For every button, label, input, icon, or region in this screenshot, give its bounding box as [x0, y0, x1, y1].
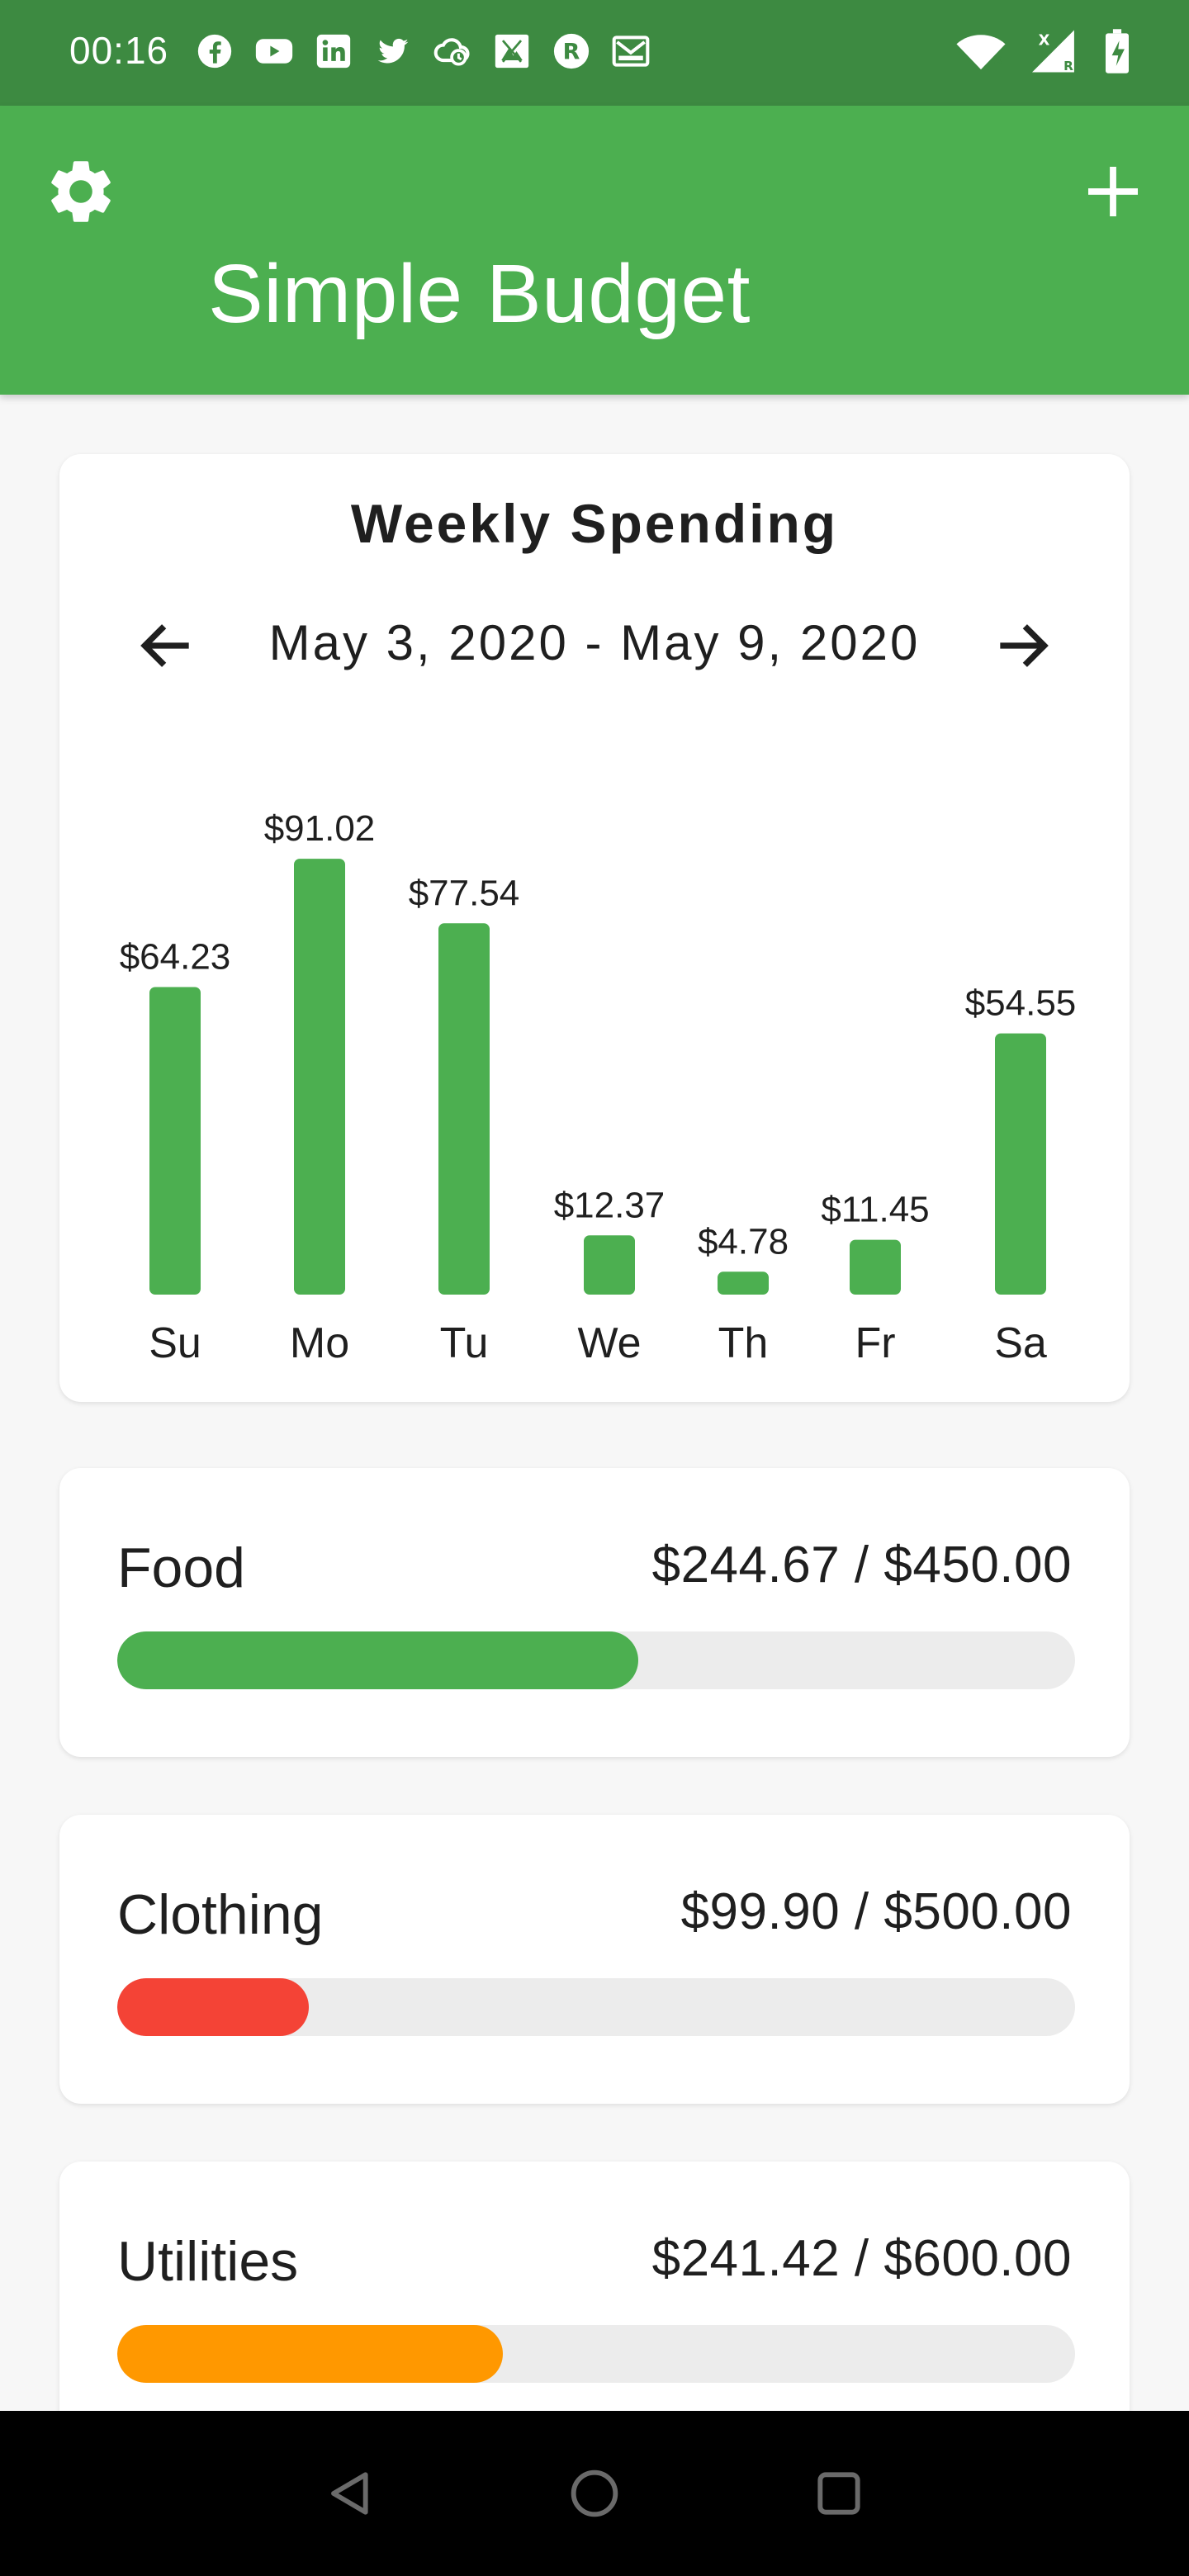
- budget-progress-track: [117, 2325, 1075, 2383]
- mail-icon: [611, 31, 651, 71]
- day-label: Su: [149, 1319, 201, 1367]
- bar-value-label: $64.23: [120, 936, 231, 977]
- day-label: Sa: [994, 1319, 1047, 1367]
- image-icon: [492, 31, 532, 71]
- home-button[interactable]: [550, 2449, 639, 2538]
- budget-progress-fill: [117, 1978, 309, 2036]
- bar-value-label: $54.55: [965, 983, 1077, 1024]
- weekly-spending-chart: $64.23 Su $91.02 Mo $77.54 Tu $12.37 We $4.78 Th $…: [120, 808, 1077, 1367]
- budget-name: Clothing: [117, 1883, 324, 1946]
- bar-th: [718, 1271, 769, 1295]
- app-title: Simple Budget: [208, 248, 751, 340]
- svg-text:R: R: [563, 40, 580, 65]
- home-icon: [571, 2469, 618, 2517]
- budget-card-utilities[interactable]: Utilities $241.42 / $600.00: [59, 2162, 1130, 2451]
- bar-value-label: $4.78: [698, 1221, 789, 1262]
- bar-value-label: $11.45: [821, 1190, 929, 1230]
- signal-icon: XR: [1032, 28, 1078, 78]
- add-button[interactable]: [1070, 149, 1156, 234]
- bar-value-label: $91.02: [264, 808, 376, 849]
- week-range-label: May 3, 2020 - May 9, 2020: [268, 615, 921, 670]
- recents-icon: [817, 2472, 860, 2515]
- day-label: Tu: [440, 1319, 489, 1367]
- cloud-icon: [433, 31, 472, 71]
- bar-we: [584, 1235, 635, 1295]
- budget-name: Utilities: [117, 2230, 299, 2293]
- app-bar: Simple Budget: [0, 106, 1189, 395]
- twitter-icon: [373, 31, 413, 71]
- battery-icon: [1103, 28, 1131, 78]
- budget-card-food[interactable]: Food $244.67 / $450.00: [59, 1468, 1130, 1757]
- day-label: Th: [718, 1319, 769, 1367]
- budget-amount: $244.67 / $450.00: [651, 1537, 1072, 1593]
- svg-text:R: R: [1063, 59, 1073, 73]
- plus-icon: [1088, 167, 1138, 216]
- budget-name: Food: [117, 1537, 245, 1599]
- arrow-right-icon: [1000, 624, 1049, 667]
- bar-tu: [438, 923, 490, 1295]
- youtube-icon: [254, 31, 294, 71]
- bar-su: [149, 987, 201, 1295]
- facebook-icon: [195, 31, 234, 71]
- gear-icon: [51, 161, 111, 222]
- notification-icons: R: [195, 31, 651, 71]
- bar-mo: [294, 859, 345, 1295]
- budget-amount: $99.90 / $500.00: [680, 1883, 1072, 1940]
- recents-button[interactable]: [794, 2449, 883, 2538]
- day-label: Fr: [855, 1319, 895, 1367]
- budget-card-clothing[interactable]: Clothing $99.90 / $500.00: [59, 1815, 1130, 2104]
- day-label: We: [577, 1319, 641, 1367]
- bar-value-label: $77.54: [409, 873, 520, 913]
- weekly-spending-card: $64.23 Su $91.02 Mo $77.54 Tu $12.37 We $4.78 Th $…: [59, 454, 1130, 1402]
- bar-sa: [995, 1033, 1046, 1295]
- budget-progress-fill: [117, 2325, 503, 2383]
- wifi-icon: [955, 30, 1007, 77]
- status-time: 00:16: [69, 29, 169, 72]
- system-navigation-bar: [0, 2411, 1189, 2576]
- svg-text:X: X: [1039, 31, 1050, 49]
- budget-progress-track: [117, 1631, 1075, 1689]
- status-bar: 00:16 R XR: [0, 0, 1189, 106]
- back-button[interactable]: [306, 2449, 395, 2538]
- settings-button[interactable]: [38, 149, 124, 234]
- linkedin-icon: [314, 31, 353, 71]
- weekly-spending-title: Weekly Spending: [350, 493, 839, 554]
- budget-amount: $241.42 / $600.00: [651, 2230, 1072, 2287]
- bar-value-label: $12.37: [554, 1185, 666, 1225]
- back-icon: [331, 2472, 368, 2515]
- budget-progress-track: [117, 1978, 1075, 2036]
- system-status-icons: XR: [955, 28, 1131, 78]
- week-navigation: May 3, 2020 - May 9, 2020: [59, 599, 1130, 682]
- budget-progress-fill: [117, 1631, 638, 1689]
- r-badge-icon: R: [552, 31, 591, 71]
- bar-fr: [850, 1239, 901, 1295]
- day-label: Mo: [290, 1319, 349, 1367]
- next-week-button[interactable]: [983, 606, 1062, 685]
